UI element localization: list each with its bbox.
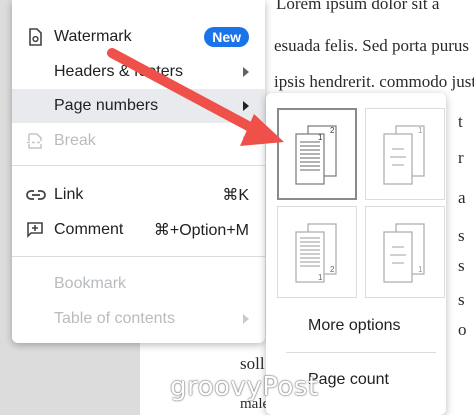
watermark-icon [26, 28, 44, 46]
doc-text-line: s [458, 256, 465, 275]
doc-text-line: t [458, 112, 463, 131]
page-number-option-top-skip-first[interactable]: 1 [365, 108, 445, 200]
shortcut-hint: ⌘+Option+M [153, 222, 249, 239]
pages-preview-icon: 1 [383, 125, 425, 185]
menu-item-headers-footers[interactable]: Headers & footers [12, 55, 265, 89]
menu-item-label: Comment [54, 221, 124, 238]
menu-item-label: Link [54, 186, 84, 203]
pages-preview-icon: 1 2 [295, 223, 337, 283]
page-glyph: 2 [330, 126, 335, 135]
menu-item-watermark[interactable]: Watermark New [12, 20, 265, 54]
doc-text-line: o [458, 320, 467, 339]
menu-item-bookmark[interactable]: Bookmark [12, 267, 265, 301]
break-icon [26, 132, 44, 150]
doc-text-line: r [458, 148, 464, 167]
menu-item-label: Bookmark [54, 275, 127, 292]
menu-divider [12, 256, 265, 257]
doc-text-line: ipsis hendrerit. commodo justo [274, 72, 474, 91]
link-icon [26, 186, 46, 204]
doc-text-line: s [458, 290, 465, 309]
page-number-option-bottom-skip-first[interactable]: 1 [365, 206, 445, 298]
menu-divider [12, 165, 265, 166]
page-count-label: Page count [308, 371, 389, 388]
chevron-right-icon [243, 136, 249, 146]
page-glyph: 1 [318, 133, 323, 142]
menu-item-page-numbers[interactable]: Page numbers [12, 89, 265, 123]
pages-preview-icon: 1 [383, 223, 425, 283]
chevron-right-icon [243, 314, 249, 324]
page-glyph: 2 [330, 265, 335, 274]
page-glyph: 1 [418, 265, 423, 274]
doc-text-line: soll [240, 354, 265, 373]
menu-item-table-of-contents[interactable]: Table of contents [12, 302, 265, 336]
doc-text-line: Lorem ipsum dolor sit a [276, 0, 440, 13]
page-glyph: 1 [318, 273, 323, 282]
menu-item-comment[interactable]: Comment ⌘+Option+M [12, 213, 265, 247]
page-numbers-submenu: 1 2 1 1 2 1 More options Page count [266, 93, 446, 415]
new-badge: New [204, 27, 249, 47]
add-comment-icon [26, 221, 44, 239]
page-number-option-top-all[interactable]: 1 2 [277, 108, 357, 200]
pages-preview-icon: 1 2 [295, 125, 337, 185]
menu-item-link[interactable]: Link ⌘K [12, 178, 265, 212]
page-glyph: 1 [418, 126, 423, 135]
menu-item-label: Page numbers [54, 97, 159, 114]
doc-text-line: s [458, 226, 465, 245]
menu-item-label: Headers & footers [54, 63, 183, 80]
chevron-right-icon [243, 67, 249, 77]
more-options-item[interactable]: More options [266, 309, 446, 343]
watermark-logo: groovyPost [170, 372, 319, 402]
menu-item-label: Watermark [54, 28, 132, 45]
doc-text-line: esuada felis. Sed porta purus [274, 36, 469, 55]
menu-item-label: Break [54, 132, 96, 149]
insert-menu: Watermark New Headers & footers Page num… [12, 0, 265, 343]
doc-text-line: a [458, 188, 466, 207]
shortcut-hint: ⌘K [222, 187, 249, 204]
submenu-divider [286, 352, 436, 353]
page-number-option-bottom-all[interactable]: 1 2 [277, 206, 357, 298]
menu-item-break[interactable]: Break [12, 124, 265, 158]
chevron-right-icon [243, 101, 249, 111]
more-options-label: More options [308, 317, 401, 334]
menu-item-label: Table of contents [54, 310, 175, 327]
